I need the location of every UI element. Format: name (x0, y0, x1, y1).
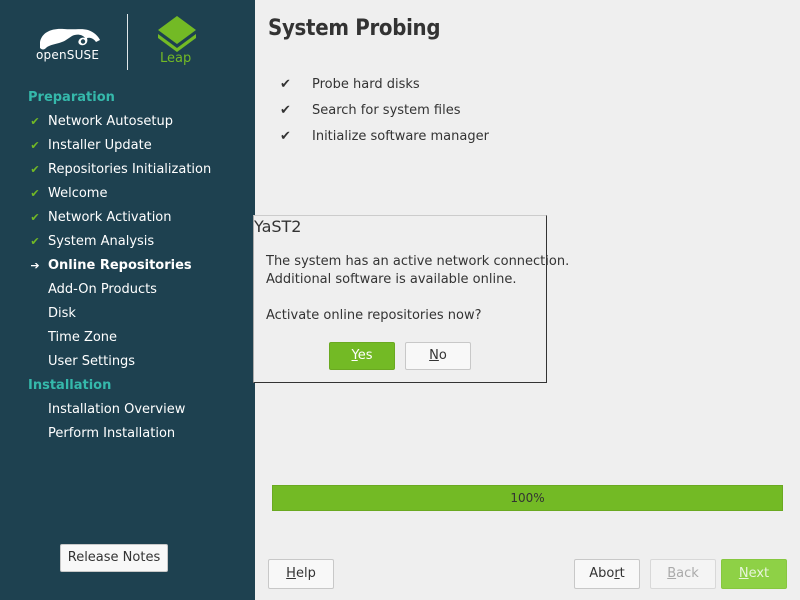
sidebar-step-label: Network Activation (48, 210, 172, 225)
probe-item-disks: ✔ Probe hard disks (280, 75, 420, 95)
logo-divider (127, 14, 128, 70)
yast2-dialog: YaST2 The system has an active network c… (253, 215, 569, 383)
probe-item-system-files: ✔ Search for system files (280, 101, 461, 121)
sidebar-step-label: Perform Installation (48, 426, 176, 441)
sidebar-step: Time Zone (0, 328, 255, 352)
abort-label-start: Abo (589, 566, 615, 581)
check-icon: ✔ (30, 211, 40, 224)
no-mnemonic: N (429, 348, 439, 363)
progress-label: 100% (510, 491, 545, 505)
probe-item-label: Initialize software manager (312, 129, 489, 144)
check-icon: ✔ (280, 129, 291, 144)
heading-installation: Installation (28, 378, 112, 393)
sidebar-step: ✔ Network Autosetup (0, 112, 255, 136)
sidebar-step-label: System Analysis (48, 234, 155, 249)
sidebar-step-label: User Settings (48, 354, 136, 369)
leap-logo (158, 16, 196, 52)
check-icon: ✔ (30, 115, 40, 128)
check-icon: ✔ (30, 139, 40, 152)
dialog-message-line-2: Additional software is available online. (266, 272, 517, 287)
sidebar-step-label: Network Autosetup (48, 114, 173, 129)
sidebar-step-label: Online Repositories (48, 258, 192, 273)
sidebar-step: Disk (0, 304, 255, 328)
no-label-rest: o (438, 348, 447, 363)
help-label-rest: elp (295, 566, 316, 581)
progress-bar: 100% (272, 485, 783, 511)
probe-item-software-manager: ✔ Initialize software manager (280, 127, 489, 147)
back-mnemonic: B (667, 566, 677, 581)
heading-preparation: Preparation (28, 90, 115, 105)
sidebar-step: ➔ Online Repositories (0, 256, 255, 280)
installation-steps: Preparation ✔ Network Autosetup ✔ Installer… (0, 88, 255, 448)
logo-area: openSUSE Leap (0, 0, 255, 84)
check-icon: ✔ (30, 163, 40, 176)
sidebar-step: Add-On Products (0, 280, 255, 304)
probe-item-label: Probe hard disks (312, 77, 420, 92)
check-icon: ✔ (280, 103, 291, 118)
next-button[interactable]: Next (721, 559, 787, 589)
sidebar-step-label: Repositories Initialization (48, 162, 212, 177)
no-button[interactable]: No (405, 342, 471, 370)
back-label-rest: ack (676, 566, 699, 581)
page-title: System Probing (268, 16, 441, 41)
probe-item-label: Search for system files (312, 103, 461, 118)
check-icon: ✔ (30, 235, 40, 248)
sidebar-step-label: Welcome (48, 186, 108, 201)
sidebar-step: Installation Overview (0, 400, 255, 424)
sidebar-step-label: Time Zone (48, 330, 118, 345)
yes-label-rest: es (357, 348, 373, 363)
help-button[interactable]: Help (268, 559, 334, 589)
dialog-message-line-1: The system has an active network connect… (266, 254, 570, 269)
dialog-question: Activate online repositories now? (266, 308, 482, 323)
leap-wordmark: Leap (160, 51, 192, 66)
back-button[interactable]: Back (650, 559, 716, 589)
next-mnemonic: N (738, 566, 749, 581)
sidebar-step-label: Installer Update (48, 138, 152, 153)
help-mnemonic: H (286, 566, 296, 581)
sidebar: openSUSE Leap Preparation ✔ Network Autos… (0, 0, 255, 600)
arrow-right-icon: ➔ (30, 259, 40, 272)
abort-label-rest: t (619, 566, 625, 581)
opensuse-wordmark: openSUSE (36, 48, 100, 62)
sidebar-step-label: Disk (48, 306, 76, 321)
check-icon: ✔ (280, 77, 291, 92)
release-notes-button[interactable]: Release Notes (60, 544, 168, 572)
sidebar-step-label: Installation Overview (48, 402, 186, 417)
sidebar-step: User Settings (0, 352, 255, 376)
sidebar-step: ✔ Network Activation (0, 208, 255, 232)
next-label-rest: ext (748, 566, 770, 581)
sidebar-step-label: Add-On Products (48, 282, 157, 297)
sidebar-step: ✔ Repositories Initialization (0, 160, 255, 184)
sidebar-step: ✔ Welcome (0, 184, 255, 208)
check-icon: ✔ (30, 187, 40, 200)
sidebar-step: Perform Installation (0, 424, 255, 448)
sidebar-step: ✔ Installer Update (0, 136, 255, 160)
dialog-title: YaST2 (254, 217, 302, 236)
yes-button[interactable]: Yes (329, 342, 395, 370)
abort-button[interactable]: Abort (574, 559, 640, 589)
sidebar-step: ✔ System Analysis (0, 232, 255, 256)
